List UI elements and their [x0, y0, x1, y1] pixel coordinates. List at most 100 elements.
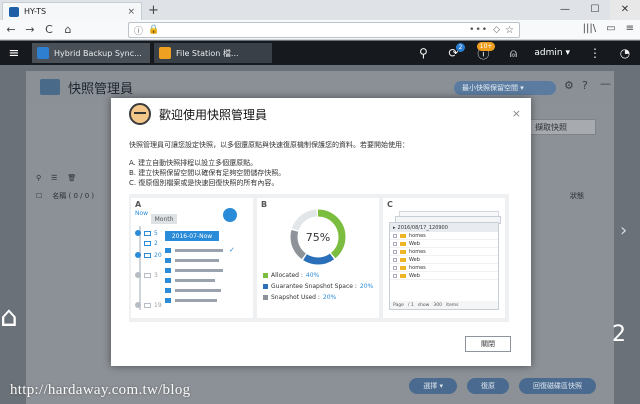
taskbar-app-file-station[interactable]: File Station 檔...: [154, 43, 272, 63]
dialog-header: 歡迎使用快照管理員 ×: [111, 98, 531, 130]
hybrid-backup-icon: [37, 47, 49, 59]
watermark: http://hardaway.com.tw/blog: [10, 382, 191, 398]
revert-volume-snapshot-button[interactable]: 回復磁碟區快照: [519, 378, 596, 394]
qts-right-controls: ⚲ ⟳ 2 ⓘ 10+ ⍝ admin ▾ ⋮ ◔: [408, 41, 640, 65]
minimize-button[interactable]: —: [550, 0, 580, 20]
folder-icon: [400, 257, 406, 262]
snapshot-bar: [175, 269, 223, 272]
legend-allocated: Allocated : 40%: [263, 270, 373, 281]
list-view-icon[interactable]: ☰: [51, 174, 57, 182]
minimize-icon[interactable]: —: [600, 77, 611, 90]
legend-guarantee: Guarantee Snapshot Space : 20%: [263, 281, 373, 292]
main-menu-icon[interactable]: ≡: [0, 46, 28, 61]
calendar-icon: [223, 208, 237, 222]
snapshot-icon: [165, 258, 171, 263]
browser-menu-icon[interactable]: ≡: [626, 23, 634, 34]
restore-button[interactable]: 復原: [467, 378, 509, 394]
list-item: Web: [390, 240, 498, 248]
window-close-button[interactable]: ✕: [610, 0, 640, 20]
list-item: homes: [390, 264, 498, 272]
page-actions-icon[interactable]: •••: [469, 25, 488, 35]
step-c: C. 復原個別檔案或是快速回復快照的所有內容。: [129, 179, 279, 187]
timeline-dot: [135, 252, 141, 258]
mascot-icon: [129, 103, 151, 125]
more-icon[interactable]: ⋮: [580, 46, 610, 60]
desktop-trash-icon[interactable]: ⌂: [0, 300, 18, 333]
url-bar[interactable]: ⓘ 🔒 ••• ◇ ☆: [128, 22, 520, 38]
gear-icon[interactable]: ⚙: [564, 79, 574, 92]
browser-nav-bar: ← → C ⌂ ⓘ 🔒 ••• ◇ ☆ |||\ ▭ ≡: [0, 20, 640, 40]
insecure-lock-icon[interactable]: 🔒: [148, 25, 159, 35]
snapshot-icon: [144, 252, 151, 258]
file-browser-footer: Page / 1 show 300 items: [390, 301, 498, 309]
home-button[interactable]: ⌂: [60, 23, 76, 36]
timeline-day: 19: [135, 300, 162, 310]
user-icon[interactable]: ⍝: [498, 46, 528, 61]
dashboard-icon[interactable]: ◔: [610, 46, 640, 60]
day-number: 3: [154, 271, 158, 279]
welcome-dialog: 歡迎使用快照管理員 × 快照管理員可讓您設定快照，以多個還原點與快速復原機制保護…: [111, 98, 531, 366]
forward-button[interactable]: →: [22, 23, 38, 36]
dialog-steps: A. 建立自動快照排程以設立多個還原點。 B. 建立快照保留空間以確保有足夠空間…: [129, 158, 285, 188]
panel-c-restore: C ▸ 2016/08/17_120900 homes Web homes We…: [383, 198, 505, 318]
bottom-actions: 選擇 ▾ 復原 回復磁碟區快照: [409, 378, 596, 394]
snapshot-icon: [144, 230, 151, 236]
check-icon: ✓: [229, 246, 235, 254]
bookmark-star-icon[interactable]: ☆: [505, 25, 514, 36]
help-icon[interactable]: ?: [582, 79, 588, 92]
select-button[interactable]: 選擇 ▾: [409, 378, 457, 394]
panel-label: B: [261, 200, 268, 209]
close-button[interactable]: 關閉: [465, 336, 511, 352]
maximize-button[interactable]: ☐: [580, 0, 610, 20]
event-notification-icon[interactable]: ⓘ 10+: [468, 41, 498, 62]
list-item: Web: [390, 272, 498, 280]
dialog-title: 歡迎使用快照管理員: [159, 107, 268, 122]
taskbar-app-hybrid-backup[interactable]: Hybrid Backup Sync...: [32, 43, 150, 63]
admin-menu[interactable]: admin ▾: [534, 48, 570, 58]
pocket-icon[interactable]: ◇: [493, 25, 500, 35]
column-name[interactable]: 名稱 ( 0 / 0 ): [52, 191, 94, 201]
close-icon[interactable]: ×: [127, 7, 135, 17]
snapshot-icon: [144, 302, 151, 308]
background-tasks-icon[interactable]: ⟳ 2: [438, 43, 468, 60]
close-icon[interactable]: ×: [512, 107, 521, 120]
folder-icon: [400, 265, 406, 270]
day-number: 2: [154, 239, 158, 247]
select-all-checkbox[interactable]: ☐: [36, 192, 42, 200]
library-icon[interactable]: |||\: [583, 23, 596, 34]
column-status[interactable]: 狀態: [570, 191, 584, 201]
snapshot-bar: [175, 289, 221, 292]
delete-icon[interactable]: 🗑: [67, 174, 76, 182]
panel-a-schedule: A Now Month 5 2 20 3 19 2016-07-Now ✓: [131, 198, 253, 318]
chevron-right-icon[interactable]: ›: [620, 220, 627, 241]
list-item: homes: [390, 248, 498, 256]
app-title: 快照管理員: [68, 81, 134, 97]
qts-top-bar: ≡ Hybrid Backup Sync... File Station 檔..…: [0, 41, 640, 65]
timeline-dot: [135, 230, 141, 236]
timeline-day: 20: [135, 250, 162, 260]
snapshot-bar: [175, 279, 215, 282]
step-b: B. 建立快照保留空間以確保有足夠空間儲存快照。: [129, 169, 286, 177]
folder-icon: [400, 241, 406, 246]
search-icon[interactable]: ⚲: [408, 46, 438, 60]
snapshot-manager-logo-icon: [40, 79, 60, 95]
info-icon[interactable]: ⓘ: [134, 24, 143, 37]
search-icon[interactable]: ⚲: [36, 174, 41, 182]
reload-button[interactable]: C: [41, 23, 57, 36]
browser-tab-title: HY-TS: [24, 7, 47, 16]
sidebar-icon[interactable]: ▭: [606, 23, 615, 34]
taskbar-app-label: Hybrid Backup Sync...: [54, 48, 142, 58]
snapshot-space-dropdown[interactable]: 最小快照保留空間 ▾: [454, 81, 556, 95]
legend-used: Snapshot Used : 20%: [263, 292, 373, 303]
notif-badge: 2: [455, 43, 466, 52]
dialog-description: 快照管理員可讓您設定快照，以多個還原點與快速復原機制保護您的資料。若要開始使用：: [129, 141, 409, 149]
timeline-day: 5: [135, 228, 158, 238]
timeline-day: 2: [135, 238, 158, 248]
folder-icon: [400, 273, 406, 278]
snapshot-icon: [165, 278, 171, 283]
date-pill: 2016-07-Now: [165, 231, 219, 241]
new-tab-button[interactable]: +: [148, 3, 159, 18]
back-button[interactable]: ←: [3, 23, 19, 36]
browser-tab[interactable]: HY-TS ×: [2, 2, 142, 20]
usage-legend: Allocated : 40% Guarantee Snapshot Space…: [263, 270, 373, 303]
